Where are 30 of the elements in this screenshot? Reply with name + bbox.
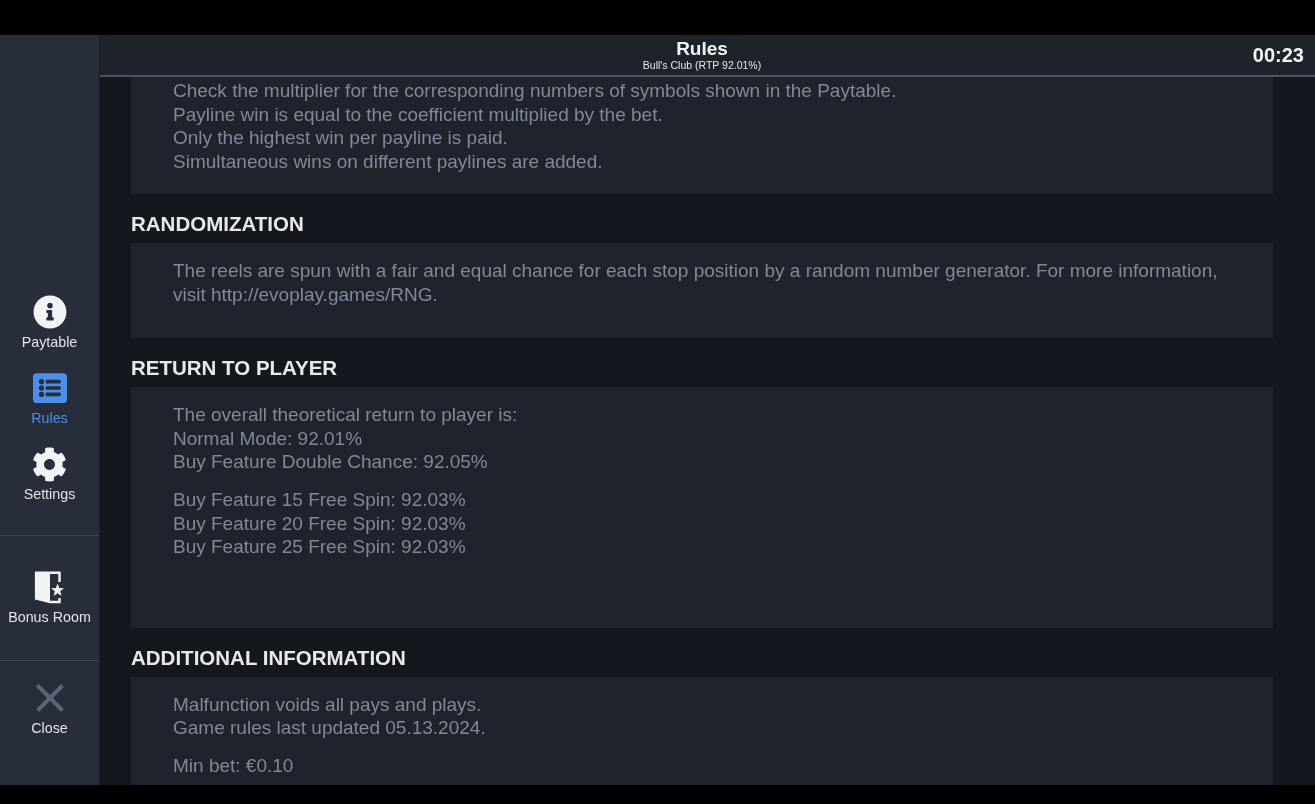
sidebar-item[interactable]: Paytable	[0, 294, 99, 350]
section-heading: ADDITIONAL INFORMATION	[131, 644, 407, 671]
rule-text: Normal Mode: 92.01%	[173, 426, 364, 450]
rule-text: Payline win is equal to the coefficient multiplied by the bet.	[173, 102, 664, 126]
rule-text: Min bet: €0.10	[173, 754, 295, 778]
section-heading: RETURN TO PLAYER	[131, 355, 339, 381]
sidebar-item[interactable]: Close	[0, 680, 99, 736]
sidebar-item[interactable]: Settings	[0, 446, 99, 502]
rule-text: Buy Feature 20 Free Spin: 92.03%	[173, 511, 467, 535]
rule-text: Simultaneous wins on different paylines are added.	[173, 149, 604, 173]
list-icon	[32, 371, 67, 405]
rule-text: Buy Feature 25 Free Spin: 92.03%	[173, 535, 467, 559]
sidebar-item[interactable]: Bonus Room	[0, 569, 99, 625]
window-title: Rules	[676, 38, 728, 59]
door-star-icon	[32, 570, 67, 604]
rule-text: The overall theoretical return to player is:	[173, 403, 519, 427]
gear-icon	[32, 446, 67, 482]
game-subtitle: Bull's Club (RTP 92.01%)	[642, 58, 762, 72]
rule-text: Malfunction voids all pays and plays.	[173, 692, 483, 716]
rule-text: Only the highest win per payline is paid.	[173, 126, 509, 150]
section-heading: RANDOMIZATION	[131, 211, 305, 237]
rule-text: Game rules last updated 05.13.2024.	[173, 716, 487, 740]
close-icon	[34, 683, 65, 713]
info-icon	[32, 295, 67, 329]
rule-text: The reels are spun with a fair and equal chance for each stop position by a random number generator. For more information, visit http://evoplay.games/RNG.	[173, 259, 1219, 306]
rule-text: Buy Feature 15 Free Spin: 92.03%	[173, 488, 467, 512]
timer-text: 00:23	[1252, 43, 1304, 67]
rule-text: Buy Feature Double Chance: 92.05%	[173, 450, 489, 474]
sidebar-item[interactable]: Rules	[0, 370, 99, 426]
rule-text: Check the multiplier for the corresponding numbers of symbols shown in the Paytable.	[173, 79, 898, 103]
